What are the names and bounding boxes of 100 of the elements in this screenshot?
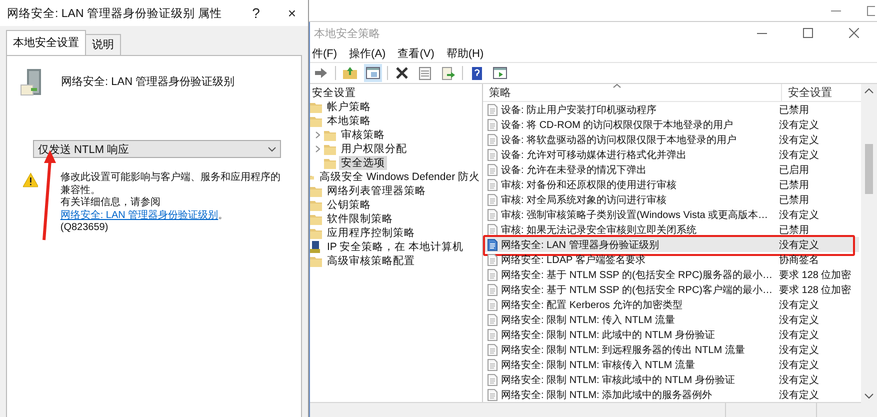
tab[interactable]: 本地安全设置 xyxy=(6,30,86,56)
tree-item[interactable]: 网络列表管理器策略 xyxy=(325,184,428,198)
policy-cell-text: 网络安全: LDAP 客户端签名要求 xyxy=(501,254,646,266)
policy-cell-text: 设备: 将 CD-ROM 的访问权限仅限于本地登录的用户 xyxy=(501,118,734,132)
tree-item[interactable]: 软件限制策略 xyxy=(325,212,395,226)
setting-cell-text: 没有定义 xyxy=(779,238,819,252)
folder-icon xyxy=(310,214,322,224)
policy-icon xyxy=(487,164,498,176)
menu-item[interactable]: 查看(V) xyxy=(398,46,434,60)
table-row[interactable]: 网络安全: LDAP 客户端签名要求 协商签名 xyxy=(483,252,859,267)
table-row[interactable]: 审核: 强制审核策略子类别设置(Windows Vista 或更高版本… 没有定义 xyxy=(483,207,859,222)
folder-icon xyxy=(324,144,336,154)
table-row[interactable]: 网络安全: 限制 NTLM: 此域中的 NTLM 身份验证 没有定义 xyxy=(483,327,859,342)
tree-item[interactable]: 应用程序控制策略 xyxy=(325,226,417,240)
policy-icon xyxy=(487,134,498,146)
setting-cell-text: 没有定义 xyxy=(779,344,819,356)
tab[interactable]: 说明 xyxy=(85,34,121,56)
maximize-icon xyxy=(803,28,813,38)
policy-cell-text: 网络安全: 配置 Kerberos 允许的加密类型 xyxy=(501,298,683,312)
setting-cell-text: 没有定义 xyxy=(779,314,819,326)
policy-icon xyxy=(487,208,498,220)
policy-cell-text: 网络安全: 限制 NTLM: 添加此域中的服务器例外 xyxy=(501,388,712,402)
policy-cell-text: 设备: 允许在未登录的情况下弹出 xyxy=(501,164,647,176)
help-button[interactable]: ? xyxy=(240,1,272,25)
folder-icon xyxy=(324,158,336,168)
folder-icon xyxy=(310,228,322,238)
tree-item[interactable]: 本地策略 xyxy=(325,114,373,128)
close-button[interactable]: × xyxy=(276,1,308,25)
folder-icon xyxy=(324,130,336,140)
tree-item[interactable]: 审核策略 xyxy=(339,128,387,142)
policy-icon xyxy=(487,284,498,296)
table-row[interactable]: 网络安全: 限制 NTLM: 传入 NTLM 流量 没有定义 xyxy=(483,312,859,327)
policy-icon xyxy=(487,374,498,386)
help-link[interactable]: 网络安全: LAN 管理器身份验证级别 xyxy=(60,210,218,220)
tree-item[interactable]: 帐户策略 xyxy=(325,100,373,114)
policy-icon xyxy=(487,268,498,280)
policy-icon xyxy=(487,344,498,356)
table-row[interactable]: 网络安全: 限制 NTLM: 添加此域中的服务器例外 没有定义 xyxy=(483,387,859,402)
window-button[interactable] xyxy=(491,64,509,82)
table-row[interactable]: 设备: 防止用户安装打印机驱动程序 已禁用 xyxy=(483,102,859,117)
table-row[interactable]: 设备: 将 CD-ROM 的访问权限仅限于本地登录的用户 没有定义 xyxy=(483,117,859,132)
policy-icon xyxy=(487,358,498,370)
policy-cell-text: 设备: 将软盘驱动器的访问权限仅限于本地登录的用户 xyxy=(501,134,737,146)
setting-cell-text: 已启用 xyxy=(779,164,809,176)
table-row[interactable]: 审核: 对备份和还原权限的使用进行审核 已禁用 xyxy=(483,177,859,192)
chevron-down-icon xyxy=(268,146,276,152)
table-row[interactable]: 网络安全: 限制 NTLM: 审核传入 NTLM 流量 没有定义 xyxy=(483,357,859,372)
tree-item[interactable]: 高级审核策略配置 xyxy=(325,254,417,268)
minimize-icon xyxy=(757,32,767,34)
tree-item[interactable]: 公钥策略 xyxy=(325,198,373,212)
policy-icon xyxy=(487,254,498,266)
table-row[interactable]: 设备: 将软盘驱动器的访问权限仅限于本地登录的用户 没有定义 xyxy=(483,132,859,147)
policy-icon xyxy=(487,118,498,130)
table-row[interactable]: 网络安全: 配置 Kerberos 允许的加密类型 没有定义 xyxy=(483,297,859,312)
help-icon xyxy=(472,66,482,80)
table-row[interactable]: 设备: 允许对可移动媒体进行格式化并弹出 没有定义 xyxy=(483,147,859,162)
policy-cell-text: 网络安全: LAN 管理器身份验证级别 xyxy=(501,238,659,252)
menu-item[interactable]: 帮助(H) xyxy=(446,46,484,60)
table-row[interactable]: 网络安全: 限制 NTLM: 到远程服务器的传出 NTLM 流量 没有定义 xyxy=(483,342,859,357)
dialog-title: 网络安全: LAN 管理器身份验证级别 属性 xyxy=(7,6,224,20)
tree-item[interactable]: 高级安全 Windows Defender 防火 xyxy=(317,170,482,184)
menu-item[interactable]: 操作(A) xyxy=(349,46,386,60)
export-button[interactable] xyxy=(439,64,457,82)
toggle-tree-button[interactable] xyxy=(364,64,382,82)
minimize-icon[interactable] xyxy=(831,10,841,12)
table-row[interactable]: 设备: 允许在未登录的情况下弹出 已启用 xyxy=(483,162,859,177)
export-icon xyxy=(442,66,454,80)
warning-icon xyxy=(23,172,38,188)
tree-item[interactable]: IP 安全策略，在 本地计算机 xyxy=(325,240,466,254)
policy-cell-text: 网络安全: 限制 NTLM: 审核传入 NTLM 流量 xyxy=(501,358,695,372)
column-header[interactable]: 策略 xyxy=(483,84,782,101)
table-row[interactable]: 网络安全: 基于 NTLM SSP 的(包括安全 RPC)服务器的最小… 要求 128 位加密 xyxy=(483,267,859,282)
table-row[interactable]: 审核: 如果无法记录安全审核则立即关闭系统 已禁用 xyxy=(483,222,859,237)
policy-cell-text: 网络安全: 基于 NTLM SSP 的(包括安全 RPC)客户端的最小… xyxy=(501,284,772,296)
tree-item[interactable]: 安全选项 xyxy=(339,156,387,170)
document-icon xyxy=(419,66,431,80)
menu-item[interactable]: 件(F) xyxy=(312,46,338,60)
folder-icon xyxy=(310,102,322,112)
setting-cell-text: 协商签名 xyxy=(779,254,819,266)
policy-cell-text: 审核: 如果无法记录安全审核则立即关闭系统 xyxy=(501,224,697,236)
properties-button[interactable] xyxy=(416,64,434,82)
policy-icon xyxy=(487,238,498,250)
table-row[interactable]: 审核: 对全局系统对象的访问进行审核 已禁用 xyxy=(483,192,859,207)
tree-root[interactable]: 安全设置 xyxy=(310,86,358,100)
folder-icon xyxy=(310,186,322,196)
table-row[interactable]: 网络安全: 限制 NTLM: 审核此域中的 NTLM 身份验证 没有定义 xyxy=(483,372,859,387)
table-row[interactable]: 网络安全: 基于 NTLM SSP 的(包括安全 RPC)客户端的最小… 要求 128 位加密 xyxy=(483,282,859,297)
folder-icon xyxy=(310,116,322,126)
setting-cell-text: 已禁用 xyxy=(779,194,809,206)
setting-cell-text: 没有定义 xyxy=(779,358,819,372)
window-title: 本地安全策略 xyxy=(314,26,381,40)
setting-cell-text: 没有定义 xyxy=(779,134,819,146)
folder-icon xyxy=(310,200,322,210)
maximize-icon[interactable] xyxy=(867,6,875,16)
network-policy-icon xyxy=(310,240,322,254)
setting-cell-text: 没有定义 xyxy=(779,298,819,312)
setting-dropdown[interactable]: 仅发送 NTLM 响应 xyxy=(33,140,281,158)
policy-cell-text: 审核: 强制审核策略子类别设置(Windows Vista 或更高版本… xyxy=(501,208,768,222)
tree-item[interactable]: 用户权限分配 xyxy=(339,142,409,156)
policy-icon xyxy=(487,178,498,190)
